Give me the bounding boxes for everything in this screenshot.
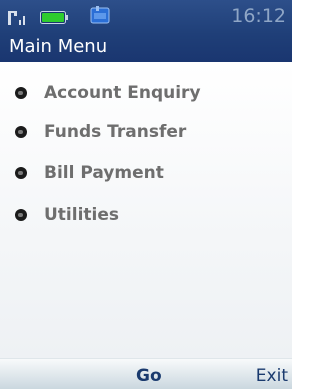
menu-item-label: Utilities	[44, 205, 120, 225]
softkey-bar: Go Exit	[0, 358, 292, 389]
bullet-icon	[15, 87, 27, 99]
clock: 16:12	[231, 5, 286, 27]
menu-item-label: Account Enquiry	[44, 83, 201, 103]
bullet-icon	[15, 126, 27, 138]
menu-item-utilities[interactable]: Utilities	[0, 200, 292, 230]
menu-item-label: Bill Payment	[44, 163, 164, 183]
menu-item-funds-transfer[interactable]: Funds Transfer	[0, 117, 292, 147]
status-bar: 16:12	[0, 0, 292, 32]
go-softkey[interactable]: Go	[136, 366, 162, 386]
phone-screen: 16:12 Main Menu Account Enquiry Funds Tr…	[0, 0, 292, 389]
app-icon	[90, 6, 110, 24]
signal-icon	[8, 11, 25, 25]
page-title: Main Menu	[9, 36, 108, 57]
bullet-icon	[15, 209, 27, 221]
bullet-icon	[15, 167, 27, 179]
menu-area: Account Enquiry Funds Transfer Bill Paym…	[0, 62, 292, 358]
menu-item-account-enquiry[interactable]: Account Enquiry	[0, 78, 292, 108]
menu-item-bill-payment[interactable]: Bill Payment	[0, 158, 292, 188]
header: 16:12 Main Menu	[0, 0, 292, 62]
exit-softkey[interactable]: Exit	[256, 366, 288, 386]
battery-icon	[40, 11, 68, 24]
menu-item-label: Funds Transfer	[44, 122, 187, 142]
